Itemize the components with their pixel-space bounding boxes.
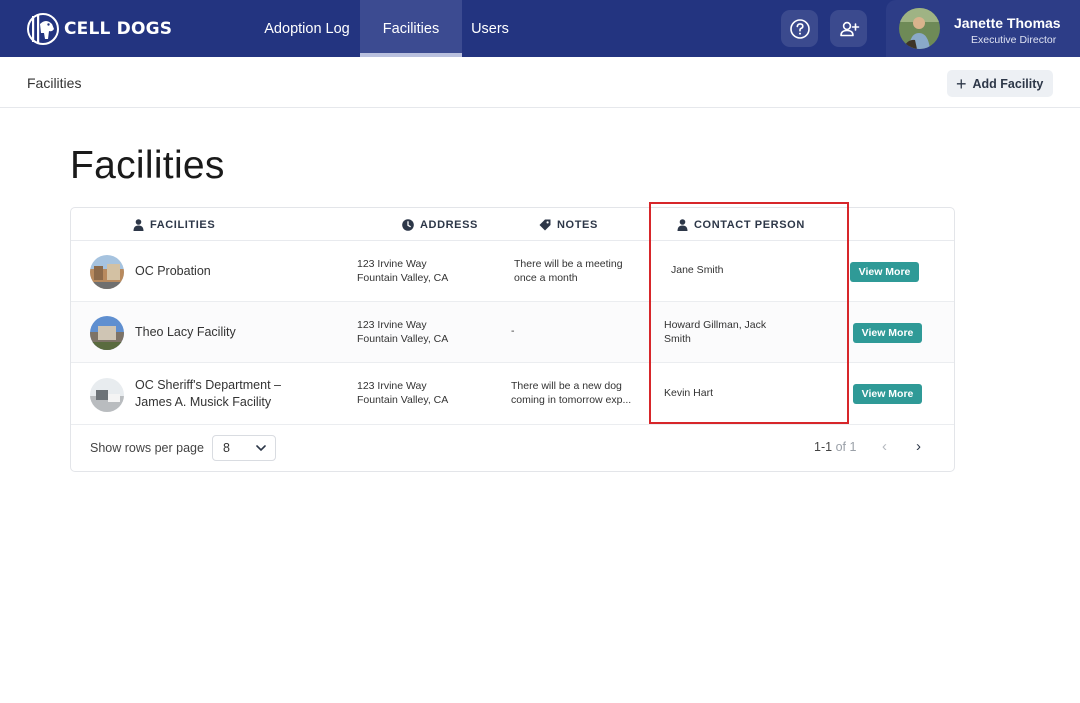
dog-logo-icon: [27, 13, 59, 45]
user-role: Executive Director: [971, 34, 1057, 46]
tag-icon: [539, 219, 551, 230]
table-footer: Show rows per page 8 1-1 of 1 ‹ ›: [71, 425, 954, 471]
view-more-button[interactable]: View More: [853, 323, 922, 343]
user-photo: [899, 8, 940, 49]
pagination-range: 1-1 of 1: [814, 440, 857, 454]
facility-address: 123 Irvine Way Fountain Valley, CA: [357, 258, 449, 284]
facility-address: 123 Irvine Way Fountain Valley, CA: [357, 380, 449, 406]
clock-icon: [402, 218, 414, 231]
contact-column-highlight: [649, 202, 849, 424]
help-icon: [789, 18, 810, 39]
tab-facilities[interactable]: Facilities: [360, 0, 462, 57]
view-more-button[interactable]: View More: [853, 384, 922, 404]
facility-photo: [90, 255, 124, 289]
avatar: [899, 8, 940, 49]
facility-address: 123 Irvine Way Fountain Valley, CA: [357, 319, 449, 345]
brand-logo[interactable]: CELL DOGS: [26, 12, 172, 46]
column-header-address[interactable]: ADDRESS: [402, 208, 478, 241]
chevron-right-icon[interactable]: ›: [916, 438, 921, 455]
top-nav: CELL DOGS Adoption Log Facilities Users: [0, 0, 1080, 57]
user-name: Janette Thomas: [954, 15, 1061, 31]
sub-header: Facilities + Add Facility: [0, 57, 1080, 108]
brand-name: CELL DOGS: [64, 19, 173, 39]
view-more-button[interactable]: View More: [850, 262, 919, 282]
page-title: Facilities: [70, 144, 225, 187]
facility-name: Theo Lacy Facility: [135, 325, 236, 339]
breadcrumb: Facilities: [27, 75, 82, 91]
rows-per-page-select[interactable]: 8: [212, 435, 276, 461]
help-button[interactable]: [781, 10, 818, 47]
facility-photo: [90, 316, 124, 350]
column-header-facilities[interactable]: FACILITIES: [133, 208, 215, 241]
chevron-down-icon: [256, 445, 266, 452]
user-profile[interactable]: Janette Thomas Executive Director: [886, 0, 1080, 57]
chevron-left-icon[interactable]: ‹: [882, 438, 887, 455]
facility-name: OC Sheriff's Department – James A. Music…: [135, 378, 281, 409]
add-user-icon: [839, 21, 859, 36]
tab-users[interactable]: Users: [466, 0, 514, 57]
tab-adoption-log[interactable]: Adoption Log: [258, 0, 356, 57]
person-icon: [133, 218, 144, 231]
add-facility-button[interactable]: + Add Facility: [947, 70, 1053, 97]
facility-notes: There will be a meeting once a month: [514, 258, 623, 284]
facility-notes: -: [511, 325, 515, 337]
facility-name: OC Probation: [135, 264, 211, 278]
plus-icon: +: [956, 73, 967, 94]
facility-photo: [90, 378, 124, 412]
facility-notes: There will be a new dog coming in tomorr…: [511, 380, 632, 406]
add-facility-label: Add Facility: [972, 76, 1044, 91]
add-user-button[interactable]: [830, 10, 867, 47]
rows-per-page-label: Show rows per page: [90, 441, 204, 455]
column-header-notes[interactable]: NOTES: [539, 208, 598, 241]
